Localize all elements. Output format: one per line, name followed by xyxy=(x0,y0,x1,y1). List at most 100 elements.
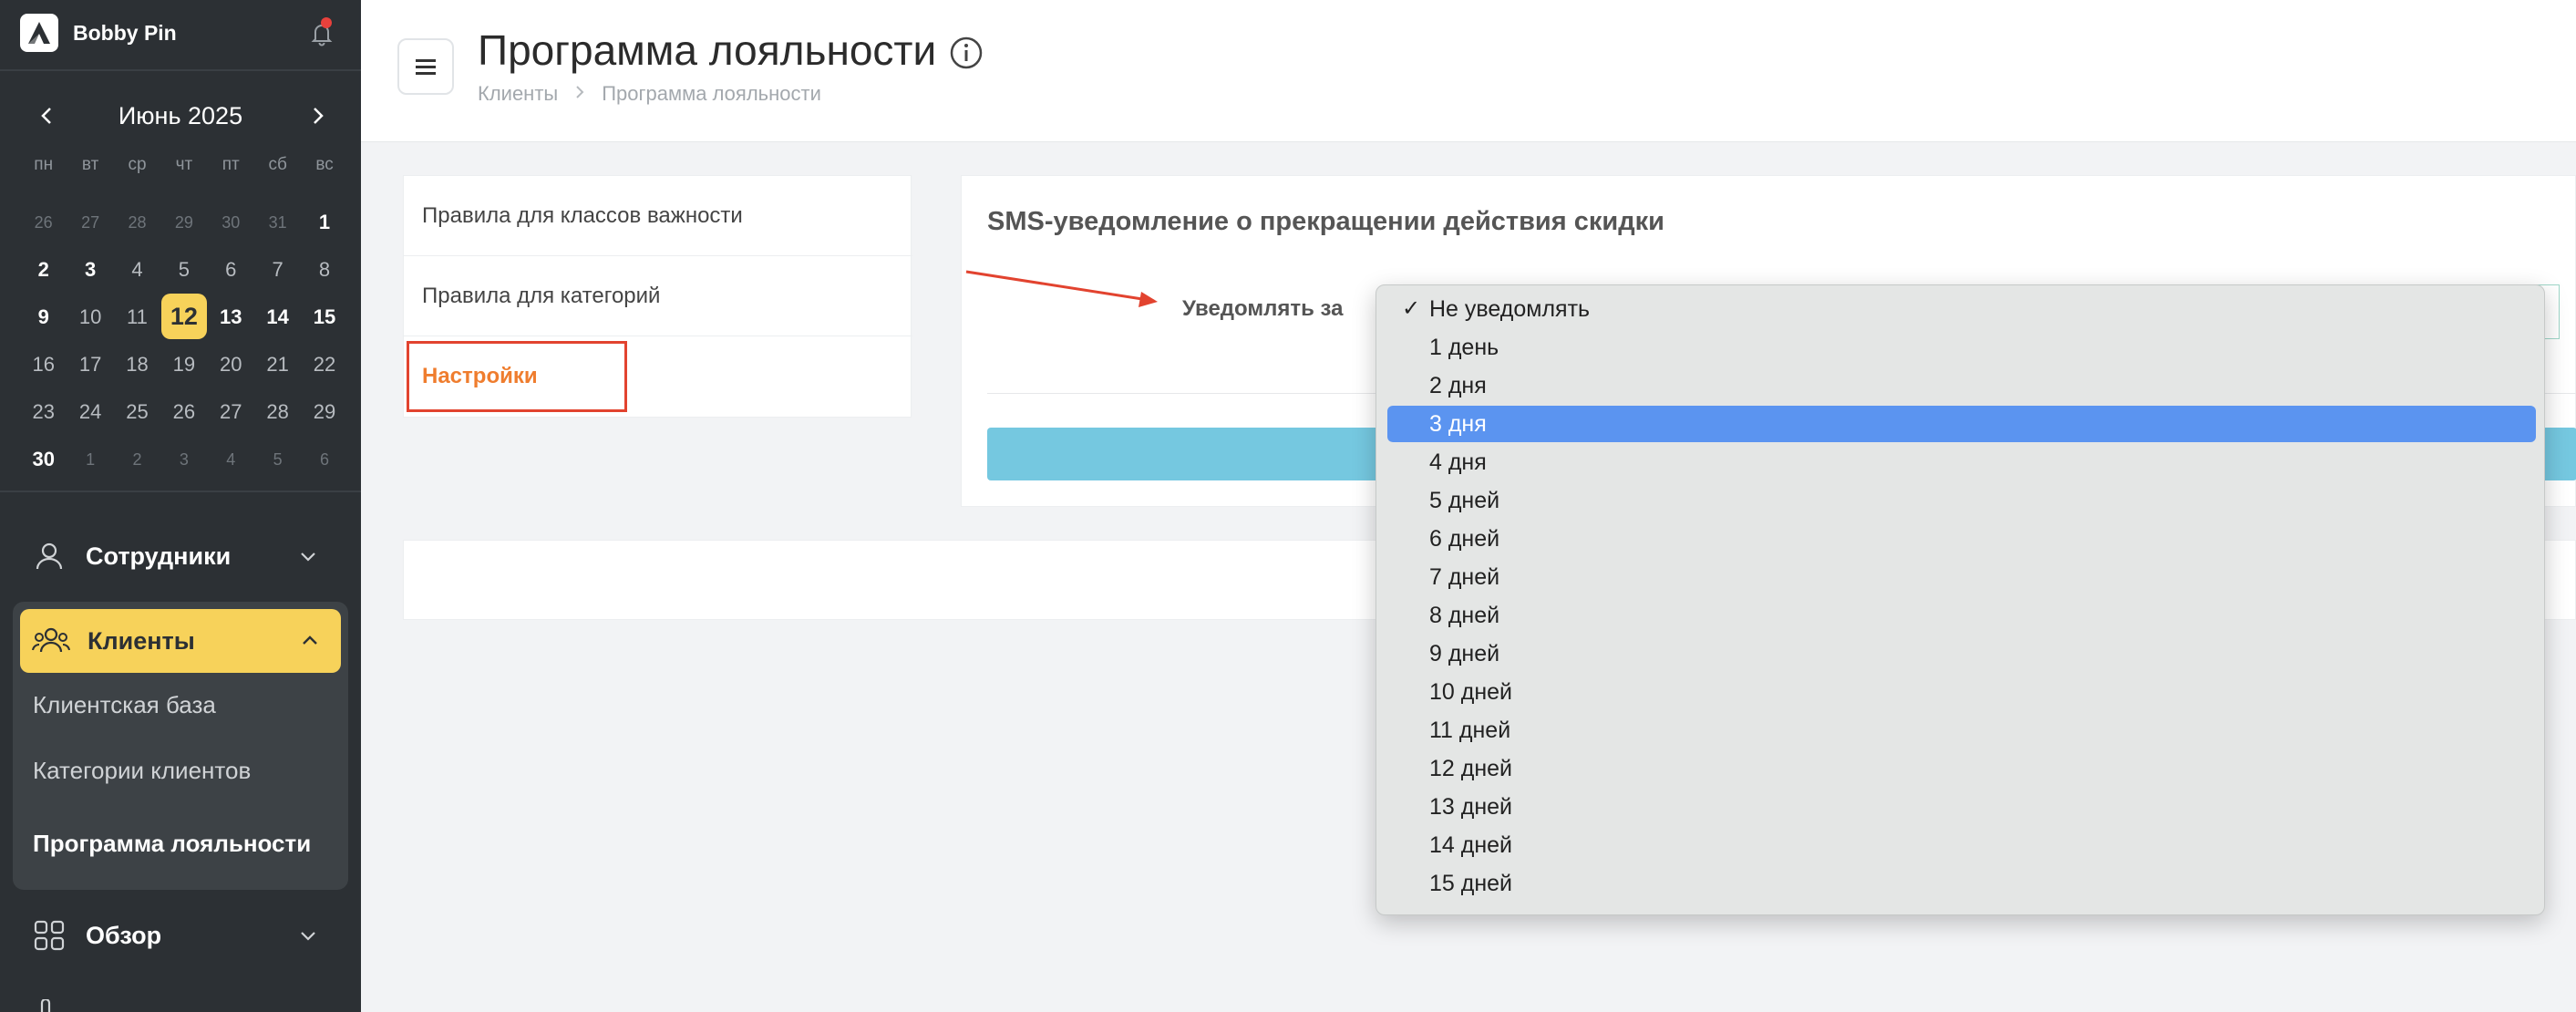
calendar-day[interactable]: 2 xyxy=(114,436,160,483)
calendar-next-icon[interactable] xyxy=(304,102,332,129)
chevron-up-icon xyxy=(299,630,321,656)
dropdown-option[interactable]: 10 дней xyxy=(1387,674,2536,710)
notify-dropdown-menu: ✓ Не уведомлять 1 день 2 дня 3 дня 4 дня 5 дне… xyxy=(1376,284,2545,915)
divider xyxy=(0,69,361,71)
calendar-day[interactable]: 17 xyxy=(67,341,113,388)
dropdown-option-label: 5 дней xyxy=(1429,488,1500,513)
calendar-day[interactable]: 5 xyxy=(254,436,301,483)
calendar-day[interactable]: 3 xyxy=(67,246,113,294)
nav-overview[interactable]: Обзор xyxy=(18,904,341,966)
logo-icon xyxy=(20,14,58,52)
calendar-day-number: 2 xyxy=(132,450,142,469)
calendar-day-number: 15 xyxy=(313,305,336,328)
calendar-day-number: 18 xyxy=(126,353,149,376)
calendar-day[interactable]: 19 xyxy=(160,341,207,388)
dropdown-option-label: 12 дней xyxy=(1429,756,1513,781)
calendar-day[interactable]: 5 xyxy=(160,246,207,294)
calendar-day[interactable]: 30 xyxy=(208,199,254,246)
calendar-day-number: 11 xyxy=(127,305,148,328)
menu-toggle-button[interactable] xyxy=(397,38,454,95)
calendar-day[interactable]: 4 xyxy=(208,436,254,483)
calendar-day[interactable]: 30 xyxy=(20,436,67,483)
calendar-day-number: 14 xyxy=(266,305,289,328)
calendar-day[interactable]: 29 xyxy=(160,199,207,246)
calendar-day-number: 23 xyxy=(32,400,55,423)
calendar-day[interactable]: 26 xyxy=(160,388,207,436)
calendar-day[interactable]: 25 xyxy=(114,388,160,436)
dropdown-option[interactable]: 13 дней xyxy=(1387,789,2536,825)
dropdown-option[interactable]: ✓ Не уведомлять xyxy=(1387,291,2536,327)
calendar-day-number: 27 xyxy=(81,213,100,232)
panel-title: SMS-уведомление о прекращении действия с… xyxy=(987,207,1664,236)
dropdown-option[interactable]: 11 дней xyxy=(1387,712,2536,749)
calendar-day-number: 19 xyxy=(172,353,196,376)
calendar-day[interactable]: 20 xyxy=(208,341,254,388)
dropdown-option[interactable]: 12 дней xyxy=(1387,750,2536,787)
calendar-day[interactable]: 28 xyxy=(114,199,160,246)
dropdown-option-label: 8 дней xyxy=(1429,603,1500,628)
menu-rules-importance-classes[interactable]: Правила для классов важности xyxy=(404,176,912,256)
dropdown-option-highlighted[interactable]: 3 дня xyxy=(1387,406,2536,442)
calendar-day[interactable]: 13 xyxy=(208,294,254,341)
calendar-day[interactable]: 14 xyxy=(254,294,301,341)
calendar-day-today[interactable]: 12 xyxy=(160,294,207,341)
calendar-day[interactable]: 22 xyxy=(301,341,347,388)
calendar-day[interactable]: 26 xyxy=(20,199,67,246)
dropdown-option-label: 3 дня xyxy=(1429,411,1487,437)
calendar-day[interactable]: 27 xyxy=(208,388,254,436)
calendar-day[interactable]: 11 xyxy=(114,294,160,341)
calendar-day-number: 7 xyxy=(272,258,283,281)
brand[interactable]: Bobby Pin xyxy=(20,13,177,53)
dropdown-option[interactable]: 2 дня xyxy=(1387,367,2536,404)
calendar-day[interactable]: 10 xyxy=(67,294,113,341)
calendar-day[interactable]: 29 xyxy=(301,388,347,436)
sub-item-loyalty-program[interactable]: Программа лояльности xyxy=(33,830,311,858)
app-name: Bobby Pin xyxy=(73,20,177,45)
nav-clients[interactable]: Клиенты xyxy=(20,609,341,673)
calendar-day-number: 30 xyxy=(32,448,55,470)
calendar-day[interactable]: 28 xyxy=(254,388,301,436)
calendar-weekday: ср xyxy=(128,155,147,174)
dropdown-option[interactable]: 14 дней xyxy=(1387,827,2536,863)
nav-employees[interactable]: Сотрудники xyxy=(18,525,341,587)
calendar-day[interactable]: 1 xyxy=(67,436,113,483)
calendar-day[interactable]: 18 xyxy=(114,341,160,388)
nav-employees-label: Сотрудники xyxy=(86,542,232,570)
dropdown-option[interactable]: 5 дней xyxy=(1387,482,2536,519)
dropdown-option[interactable]: 7 дней xyxy=(1387,559,2536,595)
dropdown-option[interactable]: 6 дней xyxy=(1387,521,2536,557)
calendar-day[interactable]: 21 xyxy=(254,341,301,388)
calendar-day[interactable]: 3 xyxy=(160,436,207,483)
calendar-day[interactable]: 31 xyxy=(254,199,301,246)
dropdown-option-label: 11 дней xyxy=(1429,718,1511,743)
calendar-day[interactable]: 2 xyxy=(20,246,67,294)
calendar-day[interactable]: 7 xyxy=(254,246,301,294)
calendar-day[interactable]: 15 xyxy=(301,294,347,341)
sub-item-client-base[interactable]: Клиентская база xyxy=(33,691,216,719)
calendar-day-number: 31 xyxy=(268,213,287,232)
calendar-day[interactable]: 6 xyxy=(208,246,254,294)
calendar-day[interactable]: 16 xyxy=(20,341,67,388)
dropdown-option[interactable]: 1 день xyxy=(1387,329,2536,366)
calendar-day[interactable]: 27 xyxy=(67,199,113,246)
dropdown-option[interactable]: 4 дня xyxy=(1387,444,2536,480)
calendar-day-number: 17 xyxy=(78,353,102,376)
breadcrumb: Клиенты Программа лояльности xyxy=(478,82,821,106)
calendar-day[interactable]: 4 xyxy=(114,246,160,294)
calendar-day[interactable]: 6 xyxy=(301,436,347,483)
calendar-day[interactable]: 1 xyxy=(301,199,347,246)
calendar-day[interactable]: 8 xyxy=(301,246,347,294)
calendar-day-number: 20 xyxy=(220,353,242,376)
calendar-day[interactable]: 24 xyxy=(67,388,113,436)
dropdown-option[interactable]: 15 дней xyxy=(1387,865,2536,902)
calendar-day[interactable]: 23 xyxy=(20,388,67,436)
calendar-day-number: 26 xyxy=(172,400,196,423)
sub-item-client-categories[interactable]: Категории клиентов xyxy=(33,757,251,785)
breadcrumb-clients[interactable]: Клиенты xyxy=(478,82,558,106)
info-icon[interactable] xyxy=(948,35,984,71)
menu-rules-categories[interactable]: Правила для категорий xyxy=(404,256,912,336)
dropdown-option[interactable]: 8 дней xyxy=(1387,597,2536,634)
calendar-day[interactable]: 9 xyxy=(20,294,67,341)
dropdown-option[interactable]: 9 дней xyxy=(1387,635,2536,672)
calendar-day-number: 4 xyxy=(131,258,143,281)
